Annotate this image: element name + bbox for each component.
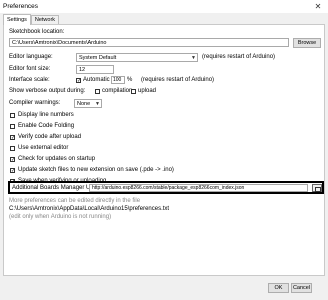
preferences-info-line3: (edit only when Arduino is not running)	[9, 214, 112, 220]
editor-font-size-label: Editor font size:	[9, 66, 51, 72]
checkbox[interactable]	[10, 113, 15, 118]
tab-network[interactable]: Network	[30, 15, 60, 24]
compilation-checkbox[interactable]	[95, 89, 100, 94]
option-label: Display line numbers	[18, 112, 74, 118]
checkbox[interactable]	[10, 124, 15, 129]
upload-checkbox[interactable]	[131, 89, 136, 94]
title-bar: Preferences ✕	[0, 0, 328, 13]
boards-manager-url-input[interactable]: http://arduino.esp8266.com/stable/packag…	[89, 184, 308, 192]
interface-scale-spinner[interactable]: 100	[111, 76, 125, 84]
tab-settings[interactable]: Settings	[3, 14, 31, 25]
option-label: Update sketch files to new extension on …	[18, 167, 174, 173]
boards-manager-row: Additional Boards Manager URLs: http://a…	[8, 181, 324, 194]
chevron-down-icon: ▼	[95, 101, 100, 107]
checkbox[interactable]	[10, 146, 15, 151]
verbose-label: Show verbose output during:	[9, 88, 86, 94]
editor-language-value: System Default	[79, 55, 117, 61]
window-title: Preferences	[3, 3, 39, 10]
window-icon[interactable]	[312, 184, 322, 192]
compiler-warnings-label: Compiler warnings:	[9, 100, 61, 106]
automatic-checkbox[interactable]: ✓	[76, 78, 81, 84]
editor-language-select[interactable]: System Default ▼	[76, 53, 198, 62]
close-icon[interactable]: ✕	[312, 1, 324, 12]
compilation-label: compilation	[102, 88, 133, 94]
sketchbook-path-field[interactable]: C:\Users\Amtronix\Documents\Arduino	[9, 38, 289, 47]
automatic-label: Automatic	[83, 77, 110, 83]
tab-bar: Settings Network	[3, 14, 60, 25]
interface-scale-label: Interface scale:	[9, 77, 50, 83]
compiler-warnings-value: None	[77, 101, 91, 107]
compiler-warnings-select[interactable]: None ▼	[74, 99, 102, 108]
interface-scale-unit: %	[127, 77, 133, 83]
interface-scale-value: 100	[113, 77, 122, 83]
editor-language-label: Editor language:	[9, 54, 53, 60]
editor-font-size-field[interactable]: 12	[76, 65, 114, 74]
upload-label: upload	[138, 88, 157, 94]
option-label: Use external editor	[18, 145, 69, 151]
browse-button[interactable]: Browse	[293, 38, 321, 48]
cancel-button[interactable]: Cancel	[291, 283, 312, 293]
option-label: Enable Code Folding	[18, 123, 75, 129]
interface-scale-note: (requires restart of Arduino)	[141, 77, 215, 83]
ok-button[interactable]: OK	[268, 283, 289, 293]
sketchbook-label: Sketchbook location:	[9, 29, 65, 35]
preferences-file-path: C:\Users\Amtronix\AppData\Local\Arduino1…	[9, 206, 170, 212]
checkbox[interactable]: ✓	[10, 157, 15, 163]
option-label: Check for updates on startup	[18, 156, 96, 162]
editor-language-note: (requires restart of Arduino)	[202, 54, 276, 60]
checkbox[interactable]: ✓	[10, 135, 15, 141]
chevron-down-icon: ▼	[191, 55, 196, 61]
preferences-info-line1: More preferences can be edited directly …	[9, 198, 141, 204]
checkbox[interactable]: ✓	[10, 168, 15, 174]
preferences-window: Preferences ✕ Settings Network Sketchboo…	[0, 0, 328, 300]
option-label: Verify code after upload	[18, 134, 82, 140]
settings-panel: Sketchbook location: C:\Users\Amtronix\D…	[3, 24, 325, 276]
